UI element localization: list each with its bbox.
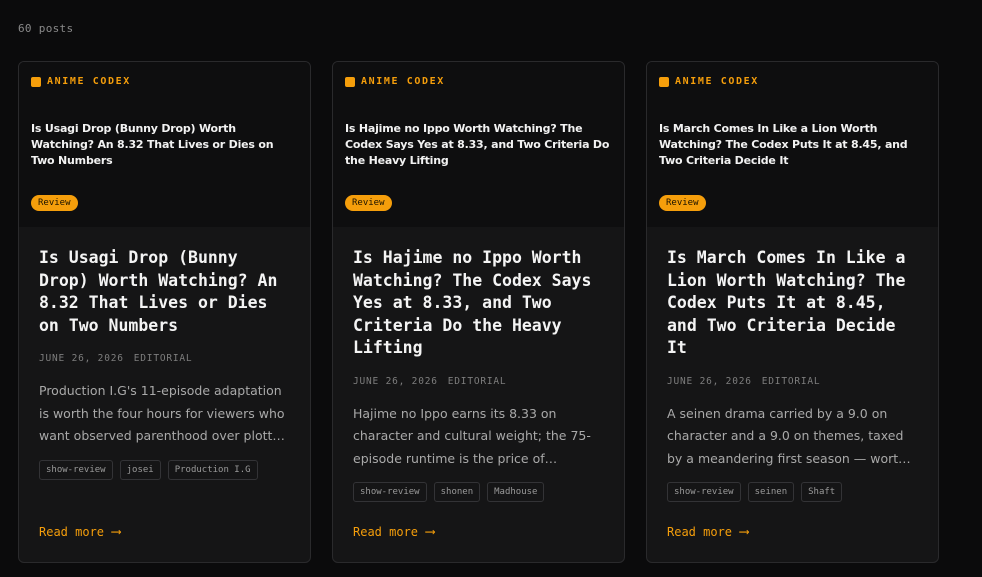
post-count: 60 posts [18,22,74,35]
post-meta: JUNE 26, 2026 EDITORIAL [353,376,604,387]
thumbnail-title: Is Usagi Drop (Bunny Drop) Worth Watchin… [31,122,274,167]
category-square-icon [345,76,355,87]
tag[interactable]: seinen [747,482,795,502]
post-date: JUNE 26, 2026 [39,353,124,364]
category-text: ANIME CODEX [361,76,445,87]
category-label: ANIME CODEX [31,76,298,87]
tag[interactable]: show-review [39,459,113,480]
post-card[interactable]: ANIME CODEX Is Usagi Drop (Bunny Drop) W… [18,61,311,563]
tag[interactable]: josei [119,459,161,480]
read-more-label: Read more [39,525,105,539]
post-excerpt: Production I.G's 11-episode adaptation i… [39,383,289,443]
thumbnail-title: Is March Comes In Like a Lion Worth Watc… [659,122,908,167]
thumbnail-title: Is Hajime no Ippo Worth Watching? The Co… [345,122,610,167]
post-title[interactable]: Is Usagi Drop (Bunny Drop) Worth Watchin… [39,247,290,337]
tag[interactable]: Production I.G [167,459,258,480]
post-excerpt: Hajime no Ippo earns its 8.33 on charact… [353,405,591,466]
read-more-link[interactable]: Read more ⟶ [39,524,120,540]
review-badge: Review [659,195,706,211]
post-date: JUNE 26, 2026 [667,375,752,387]
read-more-label: Read more [353,525,419,539]
post-date: JUNE 26, 2026 [353,375,438,387]
post-thumbnail[interactable]: ANIME CODEX Is Hajime no Ippo Worth Watc… [333,62,624,227]
read-more-link[interactable]: Read more ⟶ [667,524,748,540]
post-meta: JUNE 26, 2026 EDITORIAL [667,376,918,387]
post-author: EDITORIAL [761,375,821,387]
post-card[interactable]: ANIME CODEX Is Hajime no Ippo Worth Watc… [332,61,625,563]
post-meta: JUNE 26, 2026 EDITORIAL [39,353,290,364]
post-title[interactable]: Is Hajime no Ippo Worth Watching? The Co… [353,247,604,360]
tag[interactable]: show-review [667,482,741,502]
review-badge: Review [31,195,78,211]
post-title[interactable]: Is March Comes In Like a Lion Worth Watc… [667,247,918,360]
category-label: ANIME CODEX [659,76,926,87]
post-card[interactable]: ANIME CODEX Is March Comes In Like a Lio… [646,61,939,563]
post-excerpt: A seinen drama carried by a 9.0 on chara… [667,405,907,466]
tag[interactable]: show-review [353,482,427,502]
category-label: ANIME CODEX [345,76,612,87]
arrow-right-icon: ⟶ [740,524,749,540]
tag[interactable]: shonen [433,482,481,502]
category-text: ANIME CODEX [47,76,131,87]
post-thumbnail[interactable]: ANIME CODEX Is Usagi Drop (Bunny Drop) W… [19,62,310,227]
category-square-icon [31,76,41,87]
post-thumbnail[interactable]: ANIME CODEX Is March Comes In Like a Lio… [647,62,938,227]
read-more-label: Read more [667,525,733,539]
tag[interactable]: Madhouse [487,482,545,502]
post-author: EDITORIAL [447,375,507,387]
tag[interactable]: Shaft [801,482,843,502]
arrow-right-icon: ⟶ [426,524,435,540]
category-square-icon [659,76,669,87]
category-text: ANIME CODEX [675,76,759,87]
tag-list: show-review seinen Shaft [667,482,918,502]
post-grid: ANIME CODEX Is Usagi Drop (Bunny Drop) W… [18,61,939,563]
post-author: EDITORIAL [133,353,193,364]
tag-list: show-review josei Production I.G [39,459,290,480]
read-more-link[interactable]: Read more ⟶ [353,524,434,540]
review-badge: Review [345,195,392,211]
arrow-right-icon: ⟶ [112,524,121,540]
tag-list: show-review shonen Madhouse [353,482,604,502]
